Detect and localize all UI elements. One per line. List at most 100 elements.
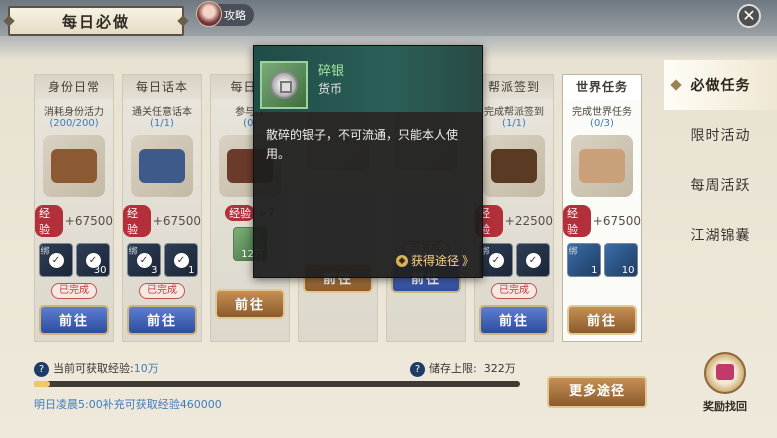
reward-item-slot[interactable]: ✓ 30 xyxy=(75,243,110,277)
reward-recovery-label: 奖励找回 xyxy=(703,400,747,413)
check-icon: ✓ xyxy=(173,253,189,268)
item-tooltip: 碎银 货币 散碎的银子，不可流通，只能本人使用。 ◆ 获得途径 》 xyxy=(253,45,483,278)
card-progress: (200/200) xyxy=(49,118,99,129)
avatar-icon xyxy=(196,1,222,27)
task-illustration xyxy=(571,135,633,197)
exp-progress-fill xyxy=(34,381,51,387)
exp-tag: 经验 xyxy=(123,205,151,237)
check-icon: ✓ xyxy=(488,253,504,268)
card-progress: (0/3) xyxy=(590,118,614,129)
exp-value: +22500 xyxy=(504,214,553,228)
exp-value: +67500 xyxy=(64,214,113,228)
check-icon: ✓ xyxy=(48,253,64,268)
nav-tab-limited[interactable]: 限时活动 xyxy=(664,110,777,160)
more-ways-button[interactable]: 更多途径 xyxy=(547,376,647,408)
card-title: 世界任务 xyxy=(563,75,641,99)
check-icon: ✓ xyxy=(136,253,152,268)
current-exp: ? 当前可获取经验:10万 xyxy=(34,360,159,377)
task-illustration xyxy=(43,135,105,197)
card-title: 身份日常 xyxy=(35,75,113,99)
tooltip-source-link[interactable]: ◆ 获得途径 》 xyxy=(395,252,474,269)
go-button[interactable]: 前往 xyxy=(127,305,197,335)
exp-progress-bar xyxy=(34,381,520,387)
card-desc: 完成世界任务 xyxy=(572,107,632,118)
item-quantity: 3 xyxy=(151,265,158,276)
completed-badge: 已完成 xyxy=(491,283,537,299)
reward-item-slot[interactable]: ✓ 1 xyxy=(163,243,198,277)
card-exp: 经验 +22500 xyxy=(475,205,553,237)
exp-tag: 经验 xyxy=(563,205,591,237)
reward-item-slot[interactable]: 绑1 xyxy=(566,243,601,277)
card-desc: 消耗身份活力 xyxy=(44,107,104,118)
bound-badge: 绑 xyxy=(40,247,50,257)
strategy-label: 攻略 xyxy=(224,9,246,22)
item-quantity: 1 xyxy=(591,265,598,276)
tooltip-description: 散碎的银子，不可流通，只能本人使用。 xyxy=(266,128,459,161)
refill-prefix: 明日凌晨 xyxy=(34,398,78,411)
double-arrow-icon: 》 xyxy=(461,254,474,268)
storage-limit: ? 储存上限: 322万 xyxy=(410,360,516,377)
task-card[interactable]: 帮派签到 完成帮派签到 (1/1) 经验 +22500 绑 ✓ ✓ 已完成 前往 xyxy=(474,74,554,342)
completed-badge: 已完成 xyxy=(51,283,97,299)
refill-value: 460000 xyxy=(179,398,222,411)
card-progress: (1/1) xyxy=(150,118,174,129)
storage-label: 储存上限: xyxy=(429,362,477,375)
card-title: 每日话本 xyxy=(123,75,201,99)
task-card[interactable]: 每日话本 通关任意话本 (1/1) 经验 +67500 绑 ✓ 3 ✓ 1 已完成 前往 xyxy=(122,74,202,342)
reward-items: 绑 ✓ 3 ✓ 1 xyxy=(123,243,201,277)
exp-tag: 经验 xyxy=(225,205,256,221)
tooltip-header: 碎银 货币 xyxy=(254,46,482,112)
close-button[interactable]: ✕ xyxy=(737,4,761,28)
nav-tab-required[interactable]: 必做任务 xyxy=(664,60,777,110)
reward-items: 绑 ✓ ✓ 30 xyxy=(35,243,113,277)
card-exp: 经验 +67500 xyxy=(123,205,201,237)
source-label: 获得途径 xyxy=(410,254,459,268)
go-button[interactable]: 前往 xyxy=(215,289,285,319)
reward-item-slot[interactable]: 绑 ✓ xyxy=(38,243,73,277)
nav-tab-tips[interactable]: 江湖锦囊 xyxy=(664,210,777,260)
card-desc: 完成帮派签到 xyxy=(484,107,544,118)
tooltip-item-type: 货币 xyxy=(318,82,343,96)
go-button[interactable]: 前往 xyxy=(479,305,549,335)
check-icon: ✓ xyxy=(525,253,541,268)
exp-value: +67500 xyxy=(152,214,201,228)
item-quantity: 30 xyxy=(93,265,107,276)
current-exp-label: 当前可获取经验: xyxy=(53,362,134,375)
go-button[interactable]: 前往 xyxy=(567,305,637,335)
go-button[interactable]: 前往 xyxy=(39,305,109,335)
help-icon[interactable]: ? xyxy=(410,361,425,377)
card-exp: 经验 +67500 xyxy=(563,205,641,237)
reward-recovery-button[interactable]: 奖励找回 xyxy=(690,352,760,424)
reward-items: 绑 ✓ ✓ xyxy=(475,243,553,277)
refill-note: 明日凌晨5:00补充可获取经验460000 xyxy=(34,396,222,412)
side-nav: 必做任务 限时活动 每周活跃 江湖锦囊 xyxy=(664,60,777,270)
reward-item-slot[interactable]: 绑 ✓ 3 xyxy=(126,243,161,277)
reward-item-slot[interactable]: 10 xyxy=(603,243,638,277)
silver-coin-icon xyxy=(260,61,308,109)
item-quantity: 1 xyxy=(188,265,195,276)
card-title: 帮派签到 xyxy=(475,75,553,99)
compass-icon: ◆ xyxy=(395,254,408,267)
reward-item-slot[interactable]: ✓ xyxy=(515,243,550,277)
nav-tab-weekly[interactable]: 每周活跃 xyxy=(664,160,777,210)
reward-item-slot[interactable]: 绑 ✓ xyxy=(478,243,513,277)
gift-box-icon xyxy=(704,352,746,394)
help-icon[interactable]: ? xyxy=(34,361,49,377)
strategy-button[interactable]: 攻略 xyxy=(196,1,254,27)
card-desc: 通关任意话本 xyxy=(132,107,192,118)
item-quantity: 10 xyxy=(621,265,635,276)
task-card[interactable]: 世界任务 完成世界任务 (0/3) 经验 +67500 绑 1 10 前往 xyxy=(562,74,642,342)
card-progress: (1/1) xyxy=(502,118,526,129)
bound-badge: 绑 xyxy=(568,247,578,257)
card-exp: 经验 +67500 xyxy=(35,205,113,237)
storage-value: 322万 xyxy=(483,362,516,375)
exp-tag: 经验 xyxy=(35,205,63,237)
completed-badge: 已完成 xyxy=(139,283,185,299)
task-card[interactable]: 身份日常 消耗身份活力 (200/200) 经验 +67500 绑 ✓ ✓ 30 已完成 前往 xyxy=(34,74,114,342)
page-title: 每日必做 xyxy=(8,6,184,36)
task-illustration xyxy=(483,135,545,197)
refill-text: 补充可获取经验 xyxy=(102,398,180,411)
bound-badge: 绑 xyxy=(128,247,138,257)
refill-time: 5:00 xyxy=(78,398,103,411)
reward-items: 绑 1 10 xyxy=(563,243,641,277)
